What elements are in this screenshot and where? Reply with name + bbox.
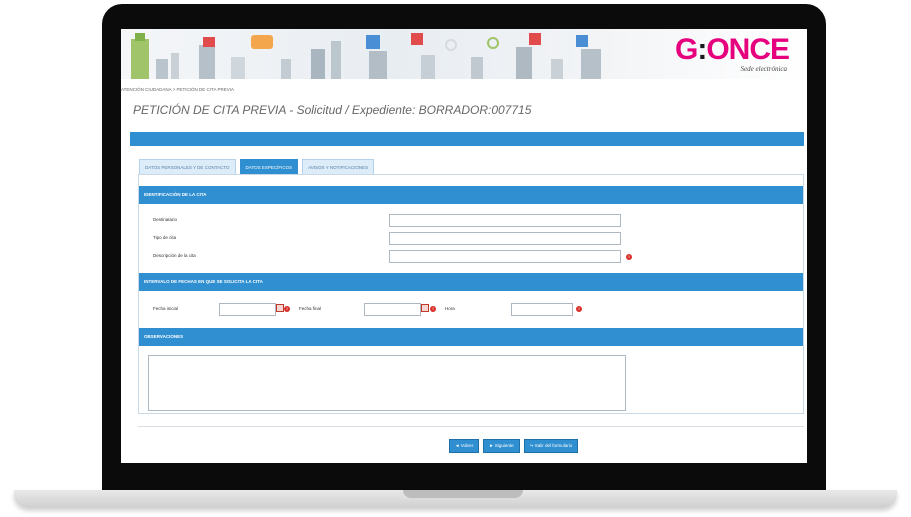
breadcrumb[interactable]: ATENCIÓN CIUDADANA > PETICIÓN DE CITA PR… <box>121 87 234 92</box>
form-panel: IDENTIFICACIÓN DE LA CITA Destinatario T… <box>138 174 804 414</box>
laptop-notch <box>403 490 523 498</box>
browser-screen: G:ONCE Sede electrónica ATENCIÓN CIUDADA… <box>121 29 807 463</box>
descripcion-field[interactable] <box>389 250 621 263</box>
button-row: ◄ Volver ► Siguiente ↪ Salir del formula… <box>449 439 579 453</box>
section-identificacion: IDENTIFICACIÓN DE LA CITA <box>139 186 803 204</box>
required-icon: ! <box>284 306 290 312</box>
fecha-final-label: Fecha final <box>299 306 322 311</box>
salir-button[interactable]: ↪ Salir del formulario <box>523 439 579 453</box>
required-icon: ! <box>430 306 436 312</box>
salir-label: Salir del formulario <box>534 443 573 448</box>
page-title: PETICIÓN DE CITA PREVIA - Solicitud / Ex… <box>133 103 532 117</box>
hora-field[interactable] <box>511 303 573 316</box>
calendar-icon[interactable] <box>276 304 284 312</box>
descripcion-label: Descripción de la cita <box>153 253 196 258</box>
observaciones-textarea[interactable] <box>148 355 626 411</box>
fecha-inicial-field[interactable] <box>219 303 276 316</box>
header-banner: G:ONCE Sede electrónica <box>121 29 807 79</box>
calendar-icon[interactable] <box>421 304 429 312</box>
siguiente-button[interactable]: ► Siguiente <box>483 439 520 453</box>
tipo-cita-field[interactable] <box>389 232 621 245</box>
fecha-final-field[interactable] <box>364 303 421 316</box>
section-observaciones: OBSERVACIONES <box>139 328 803 346</box>
section-intervalo: INTERVALO DE FECHAS EN QUE SE SOLICITA L… <box>139 273 803 291</box>
fecha-inicial-label: Fecha inicial <box>153 306 179 311</box>
once-logo[interactable]: G:ONCE <box>674 33 790 67</box>
required-icon: ! <box>626 254 632 260</box>
footer-divider <box>138 426 804 427</box>
title-bar <box>130 132 804 146</box>
hora-label: Hora <box>445 306 455 311</box>
required-icon: ! <box>576 306 582 312</box>
tipo-cita-label: Tipo de cita <box>153 235 177 240</box>
logo-dot: : <box>697 33 707 66</box>
logo-subtitle: Sede electrónica <box>740 65 787 73</box>
volver-button[interactable]: ◄ Volver <box>449 439 480 453</box>
logo-once: ONCE <box>706 33 790 66</box>
destinatario-label: Destinatario <box>153 217 178 222</box>
logo-g: G <box>674 33 698 66</box>
city-skyline-illustration <box>131 33 601 79</box>
destinatario-field[interactable] <box>389 214 621 227</box>
